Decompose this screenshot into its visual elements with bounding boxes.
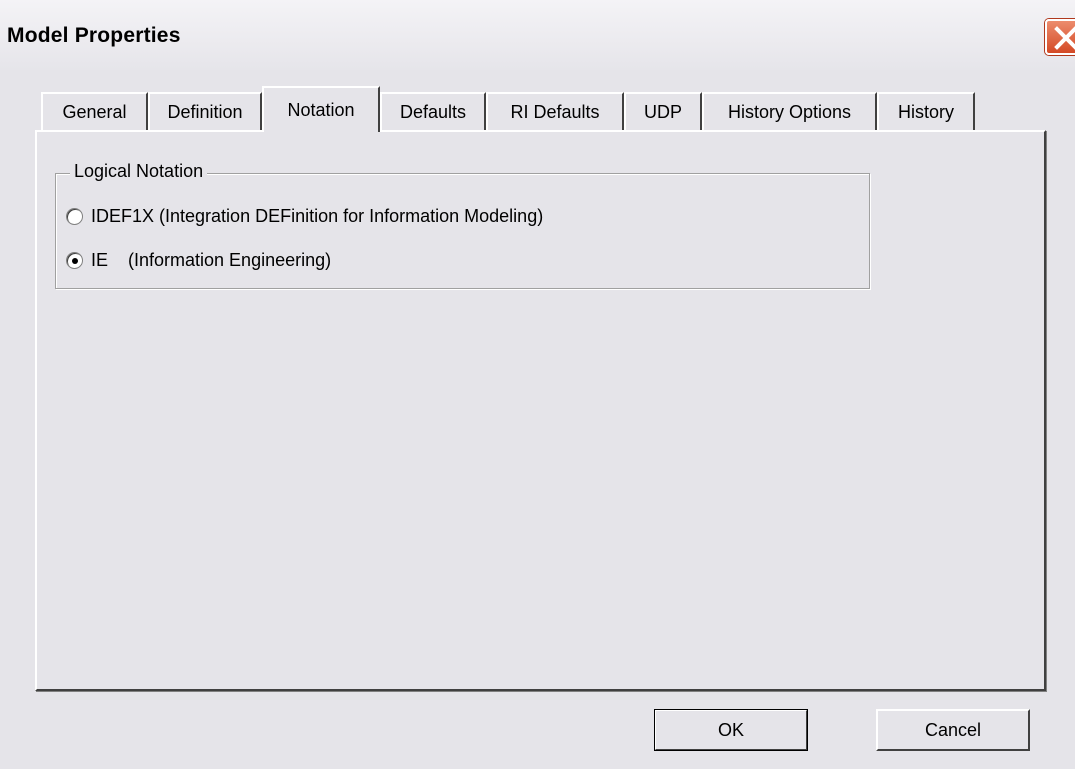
idef1x-radio-option[interactable]: IDEF1X (Integration DEFinition for Infor… xyxy=(66,203,543,229)
ok-button[interactable]: OK xyxy=(654,709,808,751)
model-properties-dialog: Model Properties General Definition Nota… xyxy=(0,0,1075,769)
tab-notation[interactable]: Notation xyxy=(262,86,380,132)
tab-ri-defaults[interactable]: RI Defaults xyxy=(486,92,624,130)
tab-history[interactable]: History xyxy=(877,92,975,130)
tab-udp[interactable]: UDP xyxy=(624,92,702,130)
idef1x-label: IDEF1X (Integration DEFinition for Infor… xyxy=(91,205,544,226)
window-title: Model Properties xyxy=(7,24,181,47)
ie-radio-button[interactable] xyxy=(66,251,83,269)
cancel-button[interactable]: Cancel xyxy=(876,709,1030,751)
close-button[interactable] xyxy=(1045,19,1075,55)
title-bar[interactable]: Model Properties xyxy=(0,0,1075,70)
tab-general[interactable]: General xyxy=(41,92,148,130)
tab-history-options[interactable]: History Options xyxy=(702,92,877,130)
close-icon xyxy=(1054,26,1075,50)
idef1x-radio-button[interactable] xyxy=(66,207,83,225)
tab-defaults[interactable]: Defaults xyxy=(380,92,486,130)
ie-label: IE (Information Engineering) xyxy=(91,249,332,270)
logical-notation-label: Logical Notation xyxy=(70,161,208,182)
ie-radio-option[interactable]: IE (Information Engineering) xyxy=(66,247,331,273)
tab-definition[interactable]: Definition xyxy=(148,92,262,130)
